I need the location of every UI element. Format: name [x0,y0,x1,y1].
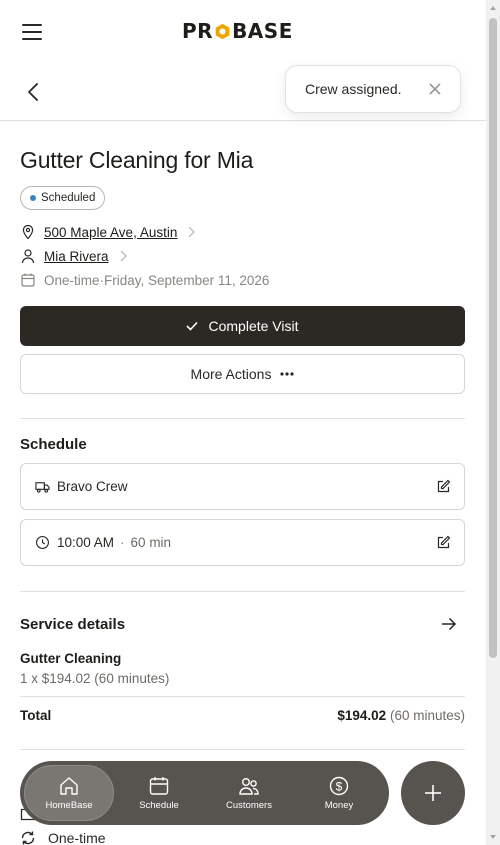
menu-icon[interactable] [22,24,42,40]
home-icon [60,777,78,795]
date-row: One-time · Friday, September 11, 2026 [20,270,269,290]
more-actions-label: More Actions [190,366,272,382]
scrollbar-thumb[interactable] [489,18,497,658]
recurrence-row: One-time [20,830,106,845]
nav-label: Schedule [139,800,179,811]
edit-icon[interactable] [436,479,451,494]
address-link[interactable]: 500 Maple Ave, Austin [44,225,177,240]
chevron-right-icon [120,250,127,262]
toast-notification: Crew assigned. [285,65,461,113]
repeat-icon [21,831,35,845]
divider [20,591,465,592]
users-icon [239,778,259,795]
scroll-up-arrow-icon[interactable] [489,4,497,12]
top-bar: PR BASE [0,0,486,62]
visit-time: 10:00 AM [57,535,115,550]
visit-date: Friday, September 11, 2026 [104,272,270,288]
crew-card[interactable]: Bravo Crew [20,463,465,510]
clock-icon [36,536,49,549]
service-line-item: 1 x $194.02 (60 minutes) [20,671,170,686]
page-title: Gutter Cleaning for Mia [20,147,254,173]
scroll-down-arrow-icon[interactable] [489,833,497,841]
more-actions-button[interactable]: More Actions [20,354,465,394]
schedule-section-title: Schedule [20,436,87,453]
complete-visit-label: Complete Visit [208,318,299,334]
location-pin-icon [22,224,34,240]
complete-visit-button[interactable]: Complete Visit [20,306,465,346]
nav-customers[interactable]: Customers [204,765,294,821]
time-separator: · [120,535,125,550]
total-label: Total [20,708,52,723]
total-amount: $194.02 [337,708,387,723]
divider [20,418,465,419]
bottom-navigation: HomeBase Schedule Customers $ Money [20,761,389,825]
frequency-text: One-time [44,272,100,288]
calendar-icon [21,273,35,287]
brand-logo-text-left: PR [182,19,214,43]
calendar-icon [149,777,169,795]
add-button[interactable] [401,761,465,825]
crew-name: Bravo Crew [57,479,128,494]
visit-duration: 60 min [130,535,172,550]
divider [20,696,465,697]
svg-text:$: $ [336,780,343,794]
nav-label: Customers [226,800,272,811]
time-card[interactable]: 10:00 AM · 60 min [20,519,465,566]
brand-logo-text-right: BASE [232,19,293,43]
service-details-title: Service details [20,616,126,633]
arrow-right-icon[interactable] [441,617,457,631]
ellipsis-icon [280,372,295,376]
truck-icon [35,482,50,493]
plus-icon [425,785,441,801]
nav-homebase[interactable]: HomeBase [24,765,114,821]
edit-icon[interactable] [436,535,451,550]
checkmark-icon [186,321,199,331]
nav-label: HomeBase [45,800,93,811]
dollar-icon: $ [329,776,349,796]
chevron-right-icon [188,226,196,238]
nav-schedule[interactable]: Schedule [114,765,204,821]
toast-message: Crew assigned. [305,81,402,97]
customer-row: Mia Rivera [20,246,127,266]
person-icon [21,249,35,264]
close-icon[interactable] [428,82,442,96]
hex-nut-icon [215,23,230,39]
status-dot [30,195,36,201]
nav-money[interactable]: $ Money [294,765,384,821]
scrollbar[interactable] [486,0,500,845]
customer-link[interactable]: Mia Rivera [44,249,109,264]
service-name: Gutter Cleaning [20,651,122,666]
nav-label: Money [324,800,354,811]
divider [20,749,465,750]
back-chevron-icon[interactable] [26,82,40,102]
brand-logo[interactable]: PR BASE [182,19,293,43]
recurrence-text: One-time [48,830,106,845]
total-value: $194.02 (60 minutes) [337,708,465,723]
total-duration: (60 minutes) [389,708,465,723]
status-label: Scheduled [41,192,96,204]
address-row: 500 Maple Ave, Austin [20,222,196,242]
status-badge: Scheduled [20,186,106,210]
